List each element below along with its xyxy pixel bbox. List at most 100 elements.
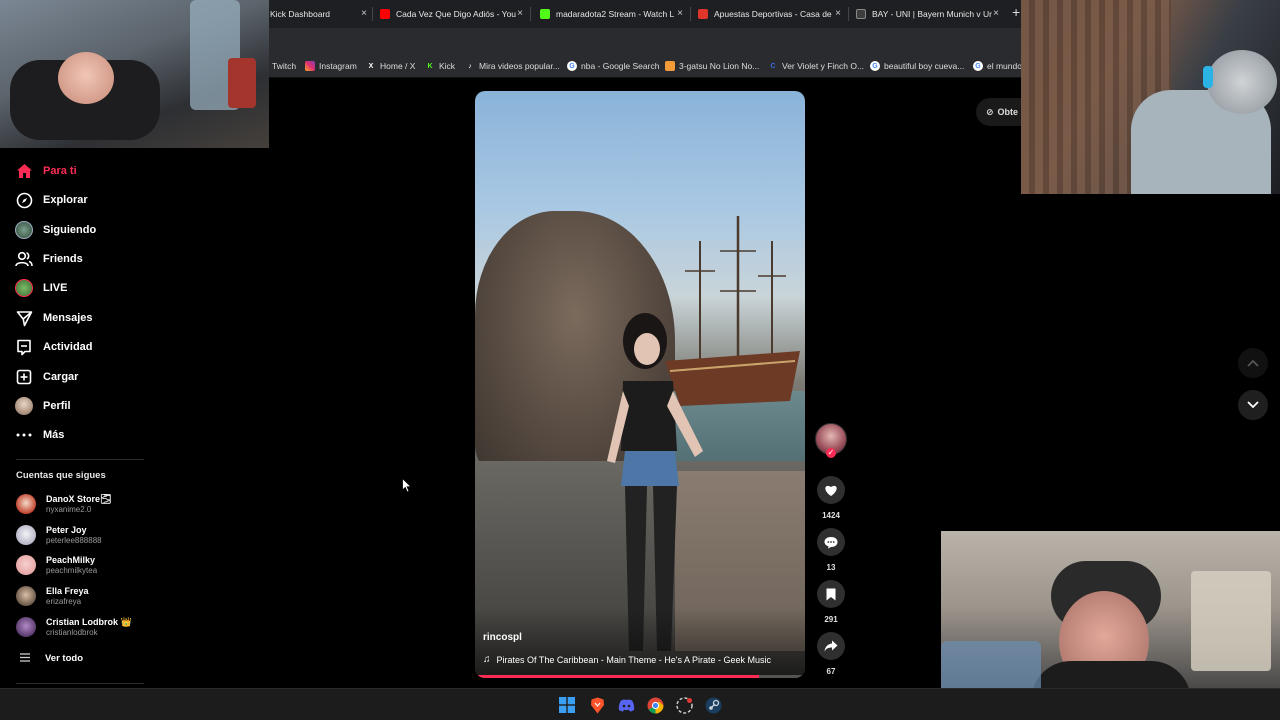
see-all-button[interactable]: Ver todo — [20, 645, 83, 671]
like-button[interactable] — [817, 476, 845, 504]
chrome-icon[interactable] — [646, 696, 664, 714]
save-button[interactable] — [817, 580, 845, 608]
next-video-button[interactable] — [1238, 390, 1268, 420]
video-music[interactable]: ♫ Pirates Of The Caribbean - Main Theme … — [483, 654, 771, 665]
tab-title: madaradota2 Stream - Watch L — [556, 9, 675, 19]
bookmark-3-gatsu[interactable]: 3-gatsu No Lion No... — [665, 59, 759, 73]
video-progress-fill — [475, 675, 759, 678]
nav-mensajes[interactable]: Mensajes — [14, 307, 93, 329]
browser-tab[interactable]: Cada Vez Que Digo Adiós - You × — [380, 0, 526, 28]
close-icon[interactable]: × — [832, 8, 844, 19]
browser-tab[interactable]: madaradota2 Stream - Watch L × — [540, 0, 686, 28]
avatar — [16, 586, 36, 606]
nav-cargar[interactable]: Cargar — [14, 366, 78, 388]
avatar — [16, 525, 36, 545]
live-icon — [14, 278, 34, 298]
bookmark-label: el mundo — [987, 61, 1022, 71]
bookmark-tiktok[interactable]: ♪ Mira videos popular... — [465, 59, 560, 73]
bookmark-x[interactable]: X Home / X — [366, 59, 416, 73]
bookmark-icon — [665, 61, 675, 71]
browser-tab[interactable]: Kick Dashboard × — [270, 0, 370, 28]
follow-plus-icon[interactable]: ✓ — [826, 448, 836, 458]
brave-browser-icon[interactable] — [588, 696, 606, 714]
nav-live[interactable]: LIVE — [14, 277, 67, 299]
nav-label: Explorar — [43, 194, 88, 206]
bookmark-nba-search[interactable]: G nba - Google Search — [567, 59, 659, 73]
nav-mas[interactable]: Más — [14, 424, 64, 446]
nav-friends[interactable]: Friends — [14, 248, 83, 270]
browser-tab[interactable]: Apuestas Deportivas - Casa de × — [698, 0, 844, 28]
see-all-label: Ver todo — [45, 652, 84, 664]
tiktok-icon: ♪ — [468, 62, 472, 70]
obs-recording-icon[interactable] — [675, 696, 693, 714]
sidebar-divider — [16, 459, 144, 460]
following-account[interactable]: Peter Joy peterlee888888 — [16, 522, 102, 548]
nav-perfil[interactable]: Perfil — [14, 395, 71, 417]
avatar — [16, 555, 36, 575]
close-icon[interactable]: × — [990, 8, 1002, 19]
following-account[interactable]: Ella Freya erizafreya — [16, 583, 89, 609]
steam-icon[interactable] — [704, 696, 722, 714]
avatar — [16, 494, 36, 514]
nav-label: Friends — [43, 253, 83, 265]
instagram-icon — [305, 61, 315, 71]
chevron-down-icon — [1247, 401, 1259, 409]
bookmark-label: Mira videos popular... — [479, 61, 560, 71]
nav-explorar[interactable]: Explorar — [14, 189, 88, 211]
bookmark-icon — [826, 588, 836, 600]
nav-label: LIVE — [43, 282, 68, 294]
windows-start-icon[interactable] — [558, 696, 576, 714]
google-icon: G — [870, 61, 880, 71]
share-button[interactable] — [817, 632, 845, 660]
bookmark-label: Instagram — [319, 61, 357, 71]
webcam-overlay-top-right — [1021, 0, 1280, 194]
nav-siguiendo[interactable]: Siguiendo — [14, 219, 96, 241]
previous-video-button[interactable] — [1238, 348, 1268, 378]
video-author[interactable]: rincospl — [483, 632, 522, 643]
google-icon: G — [567, 61, 577, 71]
chevron-up-icon — [1247, 359, 1259, 367]
kick-icon: K — [427, 62, 433, 70]
close-icon[interactable]: × — [514, 8, 526, 19]
google-icon: G — [973, 61, 983, 71]
following-account[interactable]: DanoX Store🌫 nyxanime2.0 — [16, 491, 111, 517]
avatar — [16, 617, 36, 637]
video-player[interactable]: rincospl ♫ Pirates Of The Caribbean - Ma… — [475, 91, 805, 678]
video-progress-bar[interactable] — [475, 675, 805, 678]
x-icon: X — [368, 62, 374, 70]
discord-icon[interactable] — [617, 696, 635, 714]
bookmark-label: 3-gatsu No Lion No... — [679, 61, 760, 71]
nav-label: Para ti — [43, 165, 77, 177]
save-count: 291 — [824, 615, 838, 624]
like-count: 1424 — [822, 511, 840, 520]
bookmark-label: Kick — [439, 61, 456, 71]
compass-icon — [14, 190, 34, 210]
bookmark-label: beautiful boy cueva... — [884, 61, 965, 71]
comment-button[interactable] — [817, 528, 845, 556]
bookmark-violet-finch[interactable]: C Ver Violet y Finch O... — [768, 59, 864, 73]
send-icon — [14, 308, 34, 328]
new-tab-button[interactable]: + — [1012, 4, 1020, 20]
tab-title: Cada Vez Que Digo Adiós - You — [396, 9, 517, 19]
nav-actividad[interactable]: Actividad — [14, 336, 93, 358]
following-account[interactable]: PeachMilky peachmilkytea — [16, 552, 97, 578]
bookmark-kick[interactable]: K Kick — [425, 59, 455, 73]
following-account[interactable]: Cristian Lodbrok 👑 cristianlodbrok — [16, 614, 132, 640]
close-icon[interactable]: × — [358, 8, 370, 19]
activity-icon — [14, 337, 34, 357]
tab-title: BAY - UNI | Bayern Munich v Ur — [872, 9, 992, 19]
tab-title: Kick Dashboard — [270, 9, 331, 19]
kick-icon — [540, 9, 550, 19]
browser-tab[interactable]: BAY - UNI | Bayern Munich v Ur × — [856, 0, 1002, 28]
bookmark-instagram[interactable]: Instagram — [305, 59, 357, 73]
account-name: DanoX Store🌫 — [46, 493, 112, 504]
following-section-title: Cuentas que sigues — [16, 470, 106, 481]
tab-divider — [372, 7, 373, 21]
account-name: Peter Joy — [46, 524, 87, 535]
windows-taskbar — [0, 688, 1280, 720]
get-app-label: Obte — [997, 107, 1019, 117]
bookmark-el-mundo[interactable]: G el mundo — [973, 59, 1022, 73]
bookmark-beautiful-boy[interactable]: G beautiful boy cueva... — [870, 59, 964, 73]
close-icon[interactable]: × — [674, 8, 686, 19]
nav-para-ti[interactable]: Para ti — [14, 160, 77, 182]
